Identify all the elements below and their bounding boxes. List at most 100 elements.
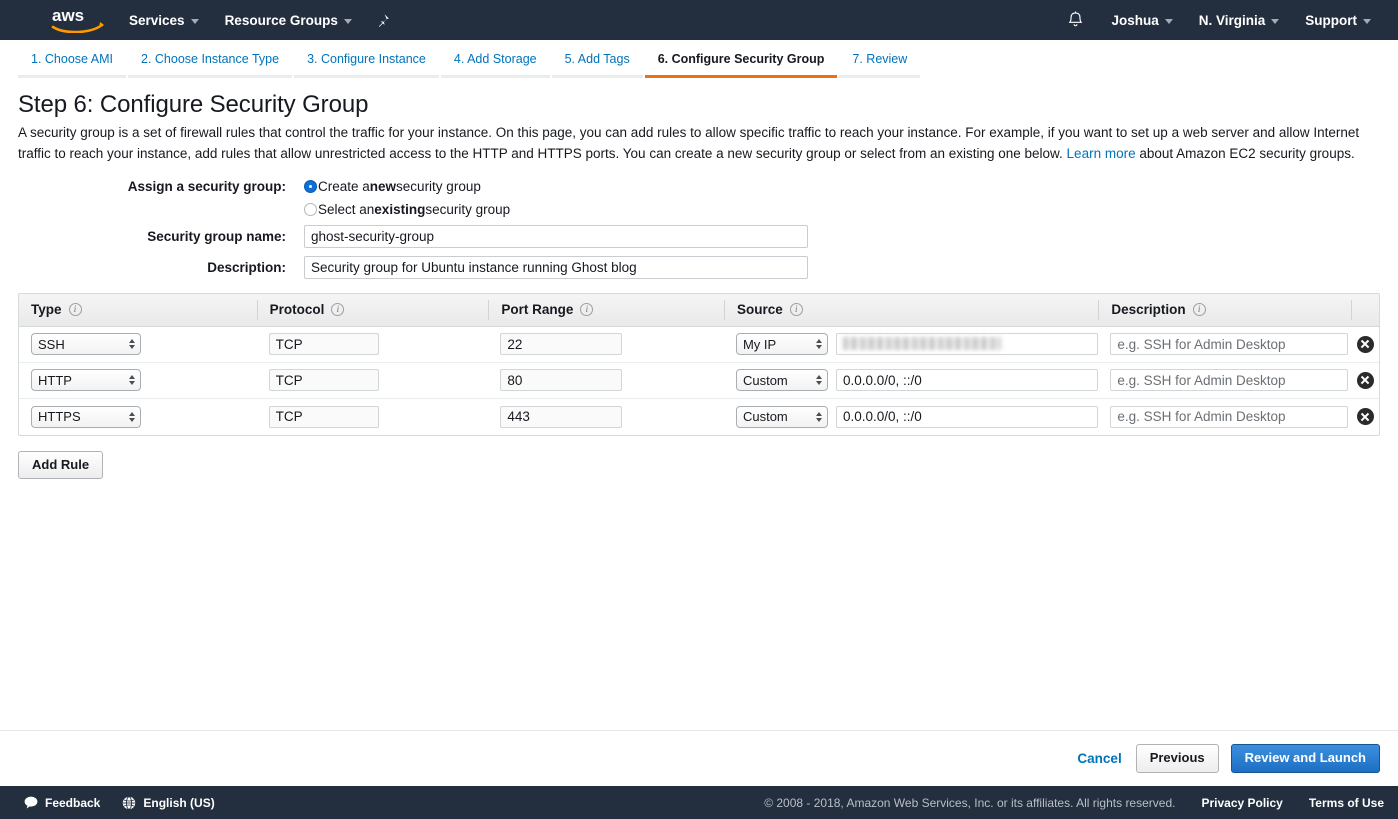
- security-group-description-row: Description:: [18, 256, 1380, 279]
- notifications-bell-icon[interactable]: [1053, 11, 1098, 29]
- learn-more-link[interactable]: Learn more: [1067, 146, 1136, 161]
- cell-source: My IP: [724, 333, 1098, 355]
- cell-delete: [1351, 372, 1379, 389]
- pin-icon[interactable]: [365, 0, 400, 40]
- type-select[interactable]: SSH: [31, 333, 141, 355]
- privacy-policy-link[interactable]: Privacy Policy: [1201, 796, 1282, 810]
- column-header-description: Description i: [1098, 300, 1351, 320]
- security-group-name-label: Security group name:: [18, 229, 304, 244]
- delete-rule-icon[interactable]: [1357, 372, 1374, 389]
- radio-create-new-text-pre: Create a: [318, 179, 370, 194]
- cell-delete: [1351, 336, 1379, 353]
- port-range-input: [500, 369, 622, 391]
- step-tab-configure-instance[interactable]: 3. Configure Instance: [294, 53, 439, 79]
- nav-resource-groups-label: Resource Groups: [225, 13, 338, 28]
- chevron-down-icon: [1271, 19, 1279, 24]
- type-select[interactable]: HTTPS: [31, 406, 141, 428]
- rules-table-header: Type i Protocol i Port Range i Source i …: [19, 294, 1379, 327]
- source-type-select[interactable]: My IP: [736, 333, 828, 355]
- source-value-input[interactable]: [836, 369, 1098, 391]
- radio-select-existing-text-pre: Select an: [318, 202, 374, 217]
- step-tab-add-storage[interactable]: 4. Add Storage: [441, 53, 550, 79]
- radio-option-select-existing[interactable]: Select an existing security group: [304, 202, 510, 217]
- nav-support-label: Support: [1305, 13, 1357, 28]
- footer-right-group: © 2008 - 2018, Amazon Web Services, Inc.…: [764, 796, 1384, 810]
- protocol-input: [269, 333, 379, 355]
- radio-create-new-security-group[interactable]: [304, 180, 317, 193]
- cancel-link[interactable]: Cancel: [1077, 751, 1121, 766]
- assign-security-group-label: Assign a security group:: [18, 179, 304, 194]
- step-tab-configure-security-group[interactable]: 6. Configure Security Group: [645, 53, 838, 79]
- delete-rule-icon[interactable]: [1357, 336, 1374, 353]
- page-description-part2: about Amazon EC2 security groups.: [1136, 146, 1355, 161]
- review-and-launch-button[interactable]: Review and Launch: [1231, 744, 1380, 772]
- security-group-name-input[interactable]: [304, 225, 808, 248]
- type-select-wrapper: HTTP: [31, 369, 141, 391]
- source-value-input[interactable]: [836, 333, 1098, 355]
- aws-logo[interactable]: aws: [44, 0, 116, 40]
- globe-icon: [122, 796, 136, 810]
- source-value-wrapper: [836, 333, 1098, 355]
- nav-region-selector[interactable]: N. Virginia: [1186, 0, 1293, 40]
- step-tab-choose-ami[interactable]: 1. Choose AMI: [18, 53, 126, 79]
- cell-delete: [1351, 408, 1379, 425]
- info-icon-source[interactable]: i: [790, 303, 803, 316]
- column-header-protocol-label: Protocol: [270, 302, 325, 317]
- step-tab-choose-instance-type[interactable]: 2. Choose Instance Type: [128, 53, 292, 79]
- info-icon-description[interactable]: i: [1193, 303, 1206, 316]
- security-group-name-row: Security group name:: [18, 225, 1380, 248]
- source-select-wrapper: My IP: [736, 333, 828, 355]
- copyright-text: © 2008 - 2018, Amazon Web Services, Inc.…: [764, 796, 1175, 810]
- port-range-input: [500, 406, 622, 428]
- type-select-wrapper: HTTPS: [31, 406, 141, 428]
- nav-services-label: Services: [129, 13, 185, 28]
- main-content: Step 6: Configure Security Group A secur…: [0, 91, 1398, 479]
- language-selector[interactable]: English (US): [122, 796, 214, 810]
- nav-resource-groups[interactable]: Resource Groups: [212, 0, 365, 40]
- info-icon-protocol[interactable]: i: [331, 303, 344, 316]
- cell-port-range: [488, 406, 724, 428]
- cell-port-range: [488, 333, 724, 355]
- rule-description-input[interactable]: [1110, 406, 1348, 428]
- column-header-source: Source i: [724, 300, 1098, 320]
- cell-protocol: [257, 406, 489, 428]
- wizard-step-tabs: 1. Choose AMI 2. Choose Instance Type 3.…: [0, 40, 1398, 78]
- page-title: Step 6: Configure Security Group: [18, 91, 1380, 119]
- table-row: HTTP Custom: [19, 363, 1379, 399]
- chevron-down-icon: [191, 19, 199, 24]
- type-select[interactable]: HTTP: [31, 369, 141, 391]
- cell-protocol: [257, 369, 489, 391]
- source-type-select[interactable]: Custom: [736, 369, 828, 391]
- rule-description-input[interactable]: [1110, 369, 1348, 391]
- add-rule-button[interactable]: Add Rule: [18, 451, 103, 479]
- feedback-link[interactable]: Feedback: [24, 796, 100, 810]
- previous-button[interactable]: Previous: [1136, 744, 1219, 772]
- cell-description: [1098, 406, 1351, 428]
- cell-source: Custom: [724, 406, 1098, 428]
- radio-option-create-new[interactable]: Create a new security group: [304, 179, 481, 194]
- nav-services[interactable]: Services: [116, 0, 212, 40]
- rule-description-input[interactable]: [1110, 333, 1348, 355]
- column-header-protocol: Protocol i: [257, 300, 489, 320]
- column-header-type: Type i: [19, 300, 257, 320]
- info-icon-port-range[interactable]: i: [580, 303, 593, 316]
- radio-create-new-text-post: security group: [396, 179, 481, 194]
- terms-of-use-link[interactable]: Terms of Use: [1309, 796, 1384, 810]
- radio-select-existing-security-group[interactable]: [304, 203, 317, 216]
- radio-create-new-text-bold: new: [370, 179, 396, 194]
- page-footer: Feedback English (US) © 2008 - 2018, Ama…: [0, 786, 1398, 819]
- delete-rule-icon[interactable]: [1357, 408, 1374, 425]
- nav-account-joshua[interactable]: Joshua: [1098, 0, 1185, 40]
- step-tab-review[interactable]: 7. Review: [839, 53, 920, 79]
- cell-protocol: [257, 333, 489, 355]
- info-icon-type[interactable]: i: [69, 303, 82, 316]
- nav-support[interactable]: Support: [1292, 0, 1384, 40]
- security-group-description-input[interactable]: [304, 256, 808, 279]
- source-value-input[interactable]: [836, 406, 1098, 428]
- column-header-port-range: Port Range i: [488, 300, 724, 320]
- step-tab-add-tags[interactable]: 5. Add Tags: [552, 53, 643, 79]
- security-group-rules-table: Type i Protocol i Port Range i Source i …: [18, 293, 1380, 436]
- source-type-select[interactable]: Custom: [736, 406, 828, 428]
- nav-region-label: N. Virginia: [1199, 13, 1266, 28]
- security-group-description-label: Description:: [18, 260, 304, 275]
